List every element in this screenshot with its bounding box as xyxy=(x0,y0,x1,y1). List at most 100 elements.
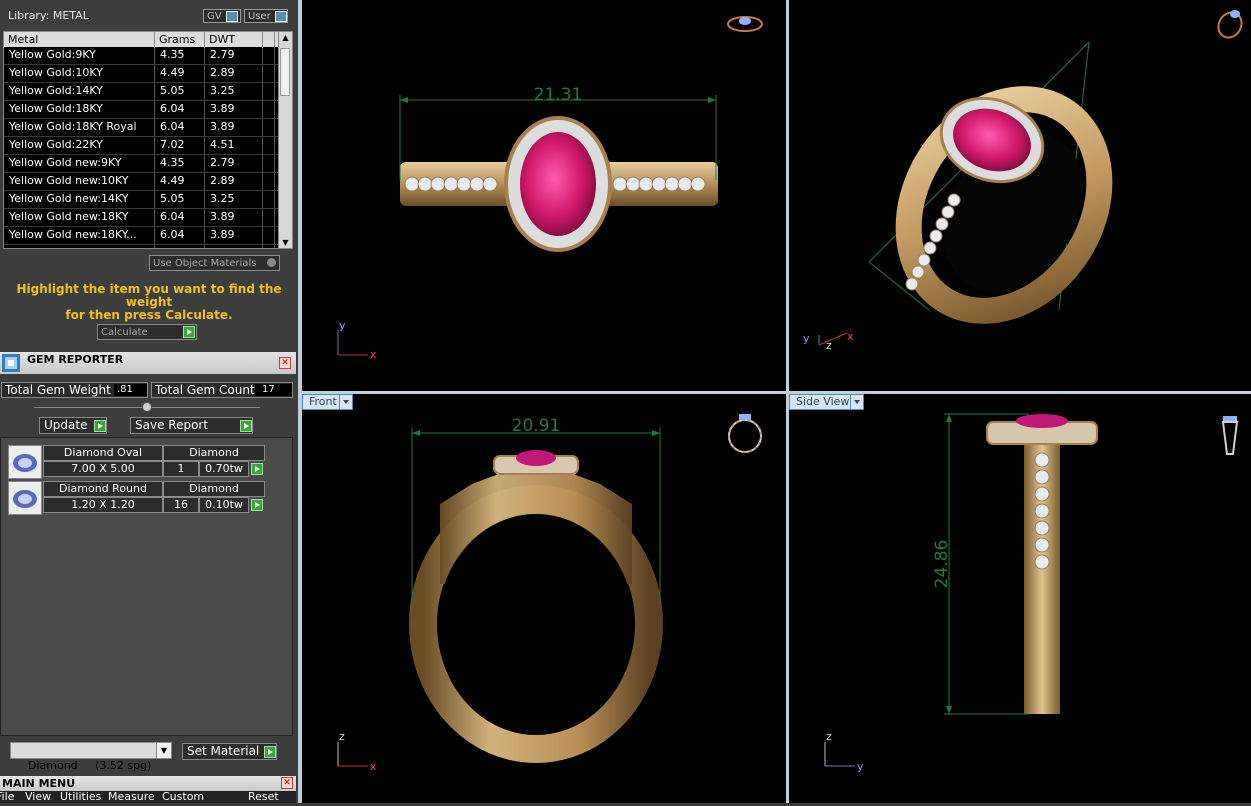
use-object-materials-toggle[interactable]: Use Object Materials xyxy=(149,255,280,271)
calculate-label: Calculate xyxy=(101,326,148,338)
dwt-cell: 4.51 xyxy=(205,245,263,248)
menu-reset[interactable]: Reset xyxy=(248,791,279,803)
table-row[interactable]: Yellow Gold:10KY 4.49 2.89 xyxy=(4,65,292,83)
col-metal[interactable]: Metal xyxy=(4,32,155,47)
diamond-stone xyxy=(469,176,485,192)
diamond-stone xyxy=(456,176,472,192)
grams-cell: 6.04 xyxy=(155,209,205,226)
view-cube-top-icon[interactable] xyxy=(727,16,763,32)
main-menu-title: MAIN MENU xyxy=(2,777,76,790)
front-view-selector[interactable]: Front xyxy=(302,394,353,410)
gv-toggle-icon xyxy=(225,10,238,22)
viewport-front[interactable]: 20.91 z x Front xyxy=(302,394,786,803)
dwt-cell: 3.25 xyxy=(205,191,263,208)
metal-cell: Yellow Gold new:14KY xyxy=(4,191,155,208)
table-row[interactable]: Yellow Gold new:9KY 4.35 2.79 xyxy=(4,155,292,173)
update-button[interactable]: Update xyxy=(39,417,107,434)
chevron-down-icon[interactable] xyxy=(850,395,863,409)
diamond-stone xyxy=(664,176,680,192)
diamond-stone xyxy=(935,217,949,231)
diamond-stone xyxy=(638,176,654,192)
view-cube-front-icon[interactable] xyxy=(728,414,762,453)
table-row[interactable]: Yellow Gold new:18KY... 6.04 3.89 xyxy=(4,227,292,245)
table-row[interactable]: Yellow Gold new:18KY 6.04 3.89 xyxy=(4,209,292,227)
side-view-selector[interactable]: Side View xyxy=(789,394,864,410)
scroll-thumb[interactable] xyxy=(280,48,290,96)
grams-cell: 4.35 xyxy=(155,155,205,172)
metal-table[interactable]: Metal Grams DWT Yellow Gold:9KY 4.35 2.79 Y… xyxy=(3,31,293,249)
diamond-stone xyxy=(929,229,943,243)
col-dwt[interactable]: DWT xyxy=(205,32,263,47)
chevron-down-icon[interactable]: ▼ xyxy=(156,743,171,758)
table-row[interactable]: Yellow Gold:14KY 5.05 3.25 xyxy=(4,83,292,101)
scroll-down-icon[interactable]: ▼ xyxy=(280,238,291,247)
table-row[interactable]: Yellow Gold:18KY Royal 6.04 3.89 xyxy=(4,119,292,137)
gem-reporter-close-icon[interactable]: ✕ xyxy=(279,357,291,369)
table-row[interactable]: Yellow Gold new:22KY7.024.51 xyxy=(4,245,292,248)
front-dimension-text: 20.91 xyxy=(512,416,561,436)
calculate-play-icon xyxy=(183,326,195,338)
menu-file[interactable]: File xyxy=(0,791,14,803)
menu-measure[interactable]: Measure xyxy=(108,791,155,803)
splitter-handle-icon[interactable] xyxy=(142,402,152,412)
grams-cell: 6.04 xyxy=(155,119,205,136)
menu-custom[interactable]: Custom xyxy=(162,791,204,803)
diamond-stone xyxy=(482,176,498,192)
side-view-render: 24.86 z y xyxy=(824,413,1239,773)
ring-inner xyxy=(438,514,634,734)
user-toggle[interactable]: User xyxy=(244,9,288,23)
scroll-up-icon[interactable]: ▲ xyxy=(280,33,291,42)
top-dimension-text: 21.31 xyxy=(534,85,583,105)
grams-cell: 5.05 xyxy=(155,191,205,208)
viewport-top[interactable]: 21.31 y x xyxy=(302,0,786,391)
col-grams[interactable]: Grams xyxy=(155,32,205,47)
gem-reporter-header: GEM REPORTER ✕ xyxy=(0,352,296,374)
diamond-stone xyxy=(690,176,706,192)
user-toggle-icon xyxy=(274,10,287,22)
metal-cell: Yellow Gold:18KY xyxy=(4,101,155,118)
view-cube-perspective-icon[interactable] xyxy=(1214,8,1246,42)
table-row[interactable]: Yellow Gold:18KY 6.04 3.89 xyxy=(4,101,292,119)
gem-reporter-icon xyxy=(2,354,20,372)
diamond-stone xyxy=(625,176,641,192)
dwt-cell: 2.89 xyxy=(205,65,263,82)
table-row[interactable]: Yellow Gold:9KY 4.35 2.79 xyxy=(4,47,292,65)
top-view-render: 21.31 y x xyxy=(337,16,763,361)
metal-cell: Yellow Gold:14KY xyxy=(4,83,155,100)
gem-select-play-icon[interactable] xyxy=(251,463,263,475)
chevron-down-icon[interactable] xyxy=(339,395,352,409)
grams-cell: 7.02 xyxy=(155,245,205,248)
round-gem-thumbnail xyxy=(8,481,42,515)
gem-select-play-icon[interactable] xyxy=(251,499,263,511)
calculate-button[interactable]: Calculate xyxy=(97,324,197,340)
metal-table-scrollbar[interactable]: ▲ ▼ xyxy=(278,32,292,248)
diamond-stone xyxy=(917,253,931,267)
viewport-perspective[interactable]: y z x xyxy=(789,0,1251,391)
svg-text:y: y xyxy=(857,760,864,773)
menu-utilities[interactable]: Utilities xyxy=(60,791,101,803)
ruby-stone xyxy=(516,450,556,466)
diamond-stone xyxy=(443,176,459,192)
gv-toggle[interactable]: GV xyxy=(203,9,241,23)
menu-view[interactable]: View xyxy=(25,791,51,803)
total-gem-weight: Total Gem Weight .81 xyxy=(1,382,148,398)
gv-label: GV xyxy=(207,10,222,22)
gem-size: 7.00 X 5.00 xyxy=(43,461,163,477)
table-row[interactable]: Yellow Gold new:14KY 5.05 3.25 xyxy=(4,191,292,209)
grams-cell: 4.49 xyxy=(155,65,205,82)
diamond-stone xyxy=(404,176,420,192)
front-view-label: Front xyxy=(309,395,337,408)
set-material-button[interactable]: Set Material xyxy=(182,743,277,760)
table-row[interactable]: Yellow Gold new:10KY 4.49 2.89 xyxy=(4,173,292,191)
set-material-label: Set Material xyxy=(187,744,260,758)
ruby-stone xyxy=(1016,414,1068,428)
material-select[interactable]: Diamond (3.52 spg) ▼ xyxy=(10,742,172,772)
diamond-stone xyxy=(911,265,925,279)
viewport-side[interactable]: 24.86 z y Side View xyxy=(789,394,1251,803)
view-cube-side-icon[interactable] xyxy=(1221,416,1239,455)
main-menu-close-icon[interactable]: ✕ xyxy=(281,777,293,789)
left-panel: Library: METAL GV User Metal Grams DWT Y… xyxy=(0,0,299,803)
table-row[interactable]: Yellow Gold:22KY 7.02 4.51 xyxy=(4,137,292,155)
svg-text:z: z xyxy=(826,730,832,743)
save-report-button[interactable]: Save Report xyxy=(130,417,253,434)
